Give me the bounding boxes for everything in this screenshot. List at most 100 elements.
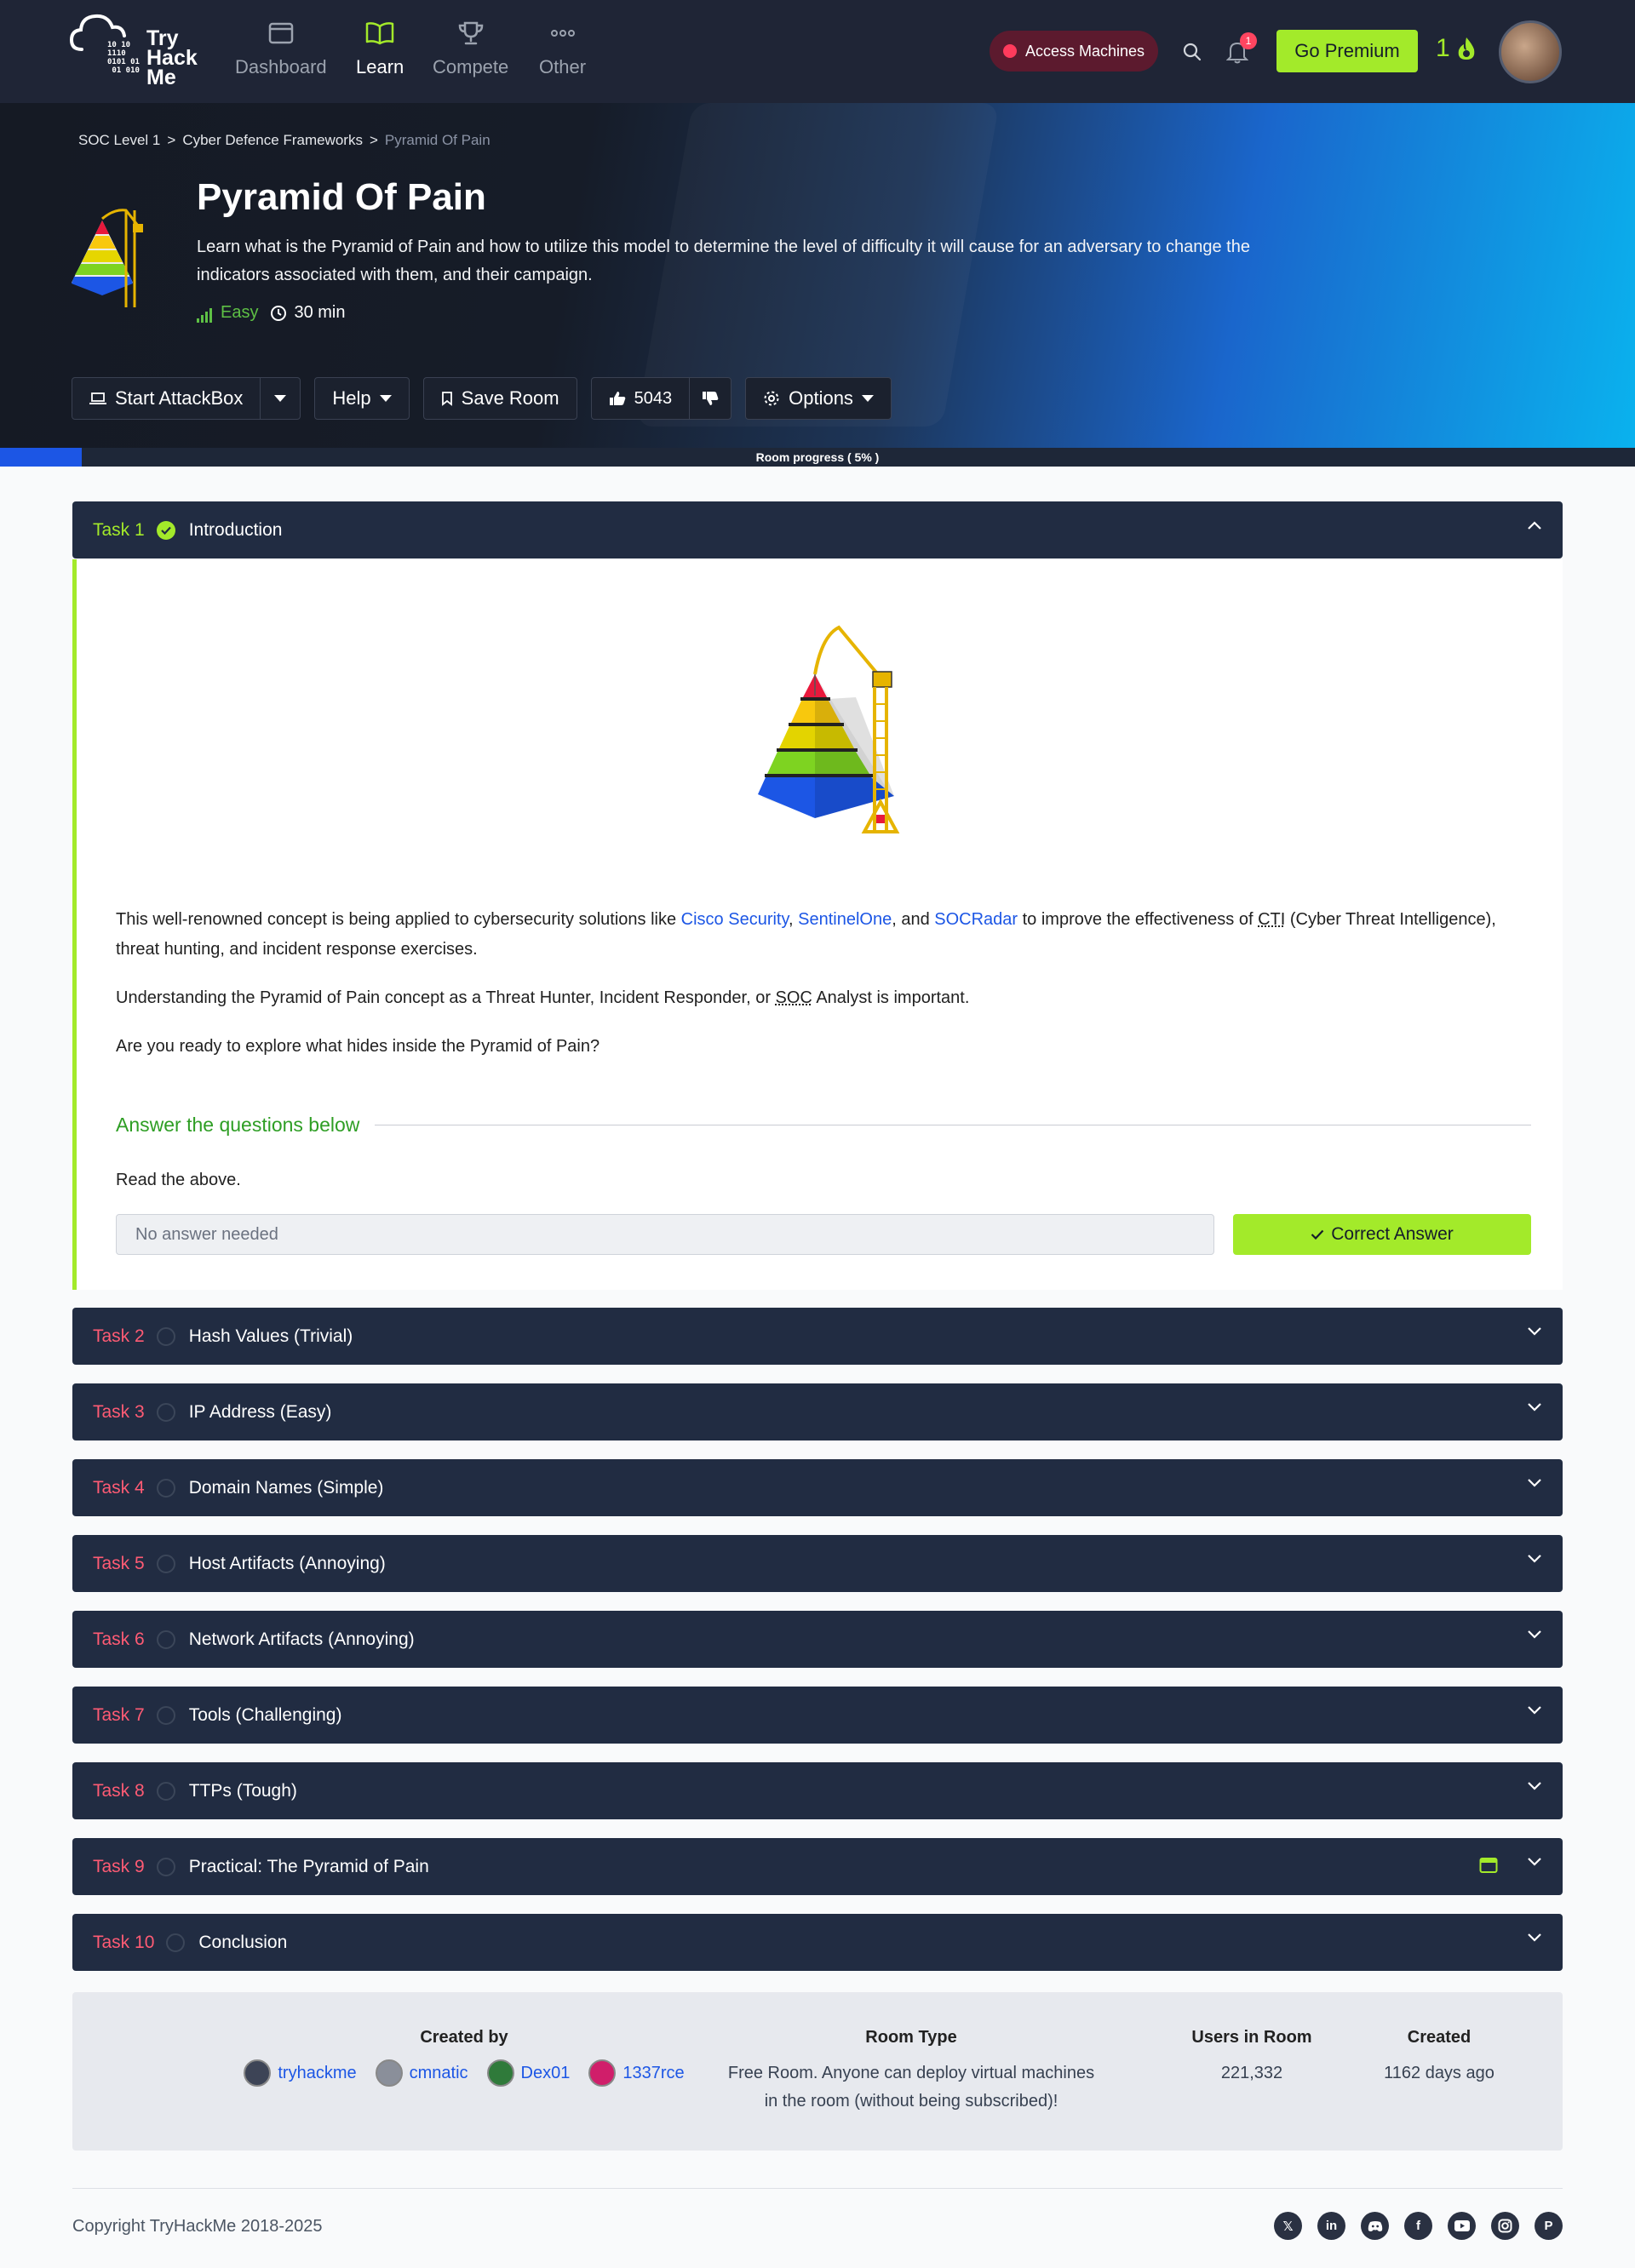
task-5-header[interactable]: Task 5 Host Artifacts (Annoying) — [72, 1535, 1563, 1592]
chevron-down-icon — [1528, 1858, 1541, 1866]
logo-binary: 10 10 1110 0101 01 01 010 — [107, 41, 140, 75]
creator-cmnatic[interactable]: cmnatic — [375, 2059, 468, 2087]
task-title: Introduction — [188, 519, 283, 540]
trophy-icon — [457, 19, 485, 48]
streak-count: 1 — [1436, 34, 1450, 62]
creator-name: tryhackme — [278, 2063, 357, 2082]
intro-text: Analyst is important. — [812, 988, 970, 1007]
go-premium-button[interactable]: Go Premium — [1276, 30, 1418, 72]
difficulty-label: Easy — [221, 303, 259, 322]
created-by-heading: Created by — [420, 2028, 508, 2047]
access-machines-button[interactable]: Access Machines — [990, 31, 1158, 72]
notifications-button[interactable]: 1 — [1223, 32, 1257, 66]
status-dot-icon — [1002, 44, 1017, 58]
answer-input[interactable]: No answer needed — [116, 1214, 1214, 1255]
task-title: Network Artifacts (Annoying) — [188, 1629, 415, 1649]
difficulty-bars-icon — [197, 303, 214, 323]
chevron-down-icon — [1528, 1403, 1541, 1412]
correct-answer-label: Correct Answer — [1331, 1224, 1454, 1244]
sentinelone-link[interactable]: SentinelOne — [798, 910, 892, 929]
task-number: Task 9 — [93, 1856, 145, 1876]
task-9-header[interactable]: Task 9 Practical: The Pyramid of Pain — [72, 1838, 1563, 1895]
task-4-header[interactable]: Task 4 Domain Names (Simple) — [72, 1459, 1563, 1516]
duration-badge: 30 min — [270, 303, 346, 323]
nav-learn[interactable]: Learn — [356, 19, 404, 78]
intro-paragraph-2: Understanding the Pyramid of Pain concep… — [116, 983, 1529, 1013]
nav-dashboard[interactable]: Dashboard — [235, 19, 327, 78]
like-button[interactable]: 5043 — [592, 378, 690, 419]
answer-section-label: Answer the questions below — [116, 1114, 360, 1136]
virtual-machine-icon — [1479, 1858, 1498, 1873]
options-button[interactable]: Options — [745, 377, 892, 420]
task-number: Task 2 — [93, 1326, 145, 1346]
socradar-link[interactable]: SOCRadar — [934, 910, 1018, 929]
options-label: Options — [789, 387, 853, 409]
incomplete-circle-icon — [156, 1478, 175, 1498]
start-attackbox-label: Start AttackBox — [115, 387, 244, 409]
task-10-header[interactable]: Task 10 Conclusion — [72, 1914, 1563, 1971]
creator-tryhackme[interactable]: tryhackme — [244, 2059, 357, 2087]
correct-answer-button[interactable]: Correct Answer — [1233, 1214, 1531, 1255]
cti-abbreviation[interactable]: CTI — [1258, 910, 1285, 929]
pyramid-of-pain-image — [720, 619, 924, 840]
users-in-room-heading: Users in Room — [1191, 2028, 1312, 2047]
users-in-room-section: Users in Room 221,332 — [1179, 2028, 1324, 2088]
breadcrumb-cyber-defence[interactable]: Cyber Defence Frameworks — [182, 132, 363, 149]
x-icon[interactable]: 𝕏 — [1274, 2212, 1302, 2240]
breadcrumb-separator: > — [167, 132, 176, 148]
task-1-header[interactable]: Task 1 Introduction — [72, 501, 1563, 558]
facebook-icon[interactable]: f — [1404, 2212, 1432, 2240]
intro-paragraph-3: Are you ready to explore what hides insi… — [116, 1037, 600, 1056]
cisco-security-link[interactable]: Cisco Security — [681, 910, 789, 929]
chevron-down-icon — [1528, 1327, 1541, 1336]
tryhackme-logo[interactable]: 10 10 1110 0101 01 01 010 Try Hack Me — [70, 12, 206, 90]
room-progress-bar: Room progress ( 5% ) — [0, 448, 1635, 467]
task-number: Task 7 — [93, 1704, 145, 1725]
incomplete-circle-icon — [156, 1705, 175, 1725]
creator-name: 1337rce — [622, 2063, 685, 2082]
nav-compete-label: Compete — [433, 56, 509, 77]
chevron-down-icon — [1528, 1933, 1541, 1942]
start-attackbox-button[interactable]: Start AttackBox — [72, 378, 260, 419]
window-icon — [268, 19, 294, 48]
task-number: Task 4 — [93, 1477, 145, 1498]
clock-icon — [271, 305, 287, 321]
nav-other[interactable]: Other — [539, 19, 586, 78]
creator-1337rce[interactable]: 1337rce — [588, 2059, 685, 2087]
task-title: Domain Names (Simple) — [188, 1477, 384, 1498]
creator-avatar — [375, 2059, 403, 2087]
dislike-button[interactable] — [689, 378, 731, 419]
room-type-section: Room Type Free Room. Anyone can deploy v… — [711, 2028, 1111, 2116]
user-avatar[interactable] — [1499, 20, 1562, 83]
instagram-icon[interactable] — [1491, 2212, 1519, 2240]
task-title: Conclusion — [198, 1932, 288, 1952]
room-info-panel: Created by tryhackme cmnatic Dex01 1337r… — [72, 1992, 1563, 2151]
task-2-header[interactable]: Task 2 Hash Values (Trivial) — [72, 1308, 1563, 1365]
discord-icon[interactable] — [1361, 2212, 1389, 2240]
linkedin-icon[interactable]: in — [1317, 2212, 1345, 2240]
task-8-header[interactable]: Task 8 TTPs (Tough) — [72, 1762, 1563, 1819]
save-room-button[interactable]: Save Room — [422, 377, 577, 420]
task-7-header[interactable]: Task 7 Tools (Challenging) — [72, 1687, 1563, 1744]
streak-counter[interactable]: 1 — [1436, 34, 1477, 63]
incomplete-circle-icon — [156, 1629, 175, 1649]
incomplete-circle-icon — [156, 1781, 175, 1801]
task-3-header[interactable]: Task 3 IP Address (Easy) — [72, 1383, 1563, 1440]
help-button[interactable]: Help — [314, 377, 410, 420]
search-button[interactable] — [1178, 37, 1207, 66]
youtube-icon[interactable] — [1448, 2212, 1476, 2240]
creator-avatar — [486, 2059, 514, 2087]
task-6-header[interactable]: Task 6 Network Artifacts (Annoying) — [72, 1611, 1563, 1668]
users-in-room-count: 221,332 — [1220, 2064, 1283, 2082]
task-title: IP Address (Easy) — [188, 1401, 332, 1422]
created-by-section: Created by tryhackme cmnatic Dex01 1337r… — [115, 2028, 813, 2087]
attackbox-dropdown-button[interactable] — [260, 378, 300, 419]
task-1-content: This well-renowned concept is being appl… — [72, 559, 1563, 1290]
breadcrumb-soc-level-1[interactable]: SOC Level 1 — [78, 132, 160, 149]
laptop-icon — [89, 392, 106, 404]
soc-abbreviation[interactable]: SOC — [776, 988, 812, 1007]
chevron-up-icon — [1528, 521, 1541, 530]
nav-compete[interactable]: Compete — [433, 19, 508, 78]
pinterest-icon[interactable]: P — [1535, 2212, 1563, 2240]
creator-dex01[interactable]: Dex01 — [486, 2059, 570, 2087]
